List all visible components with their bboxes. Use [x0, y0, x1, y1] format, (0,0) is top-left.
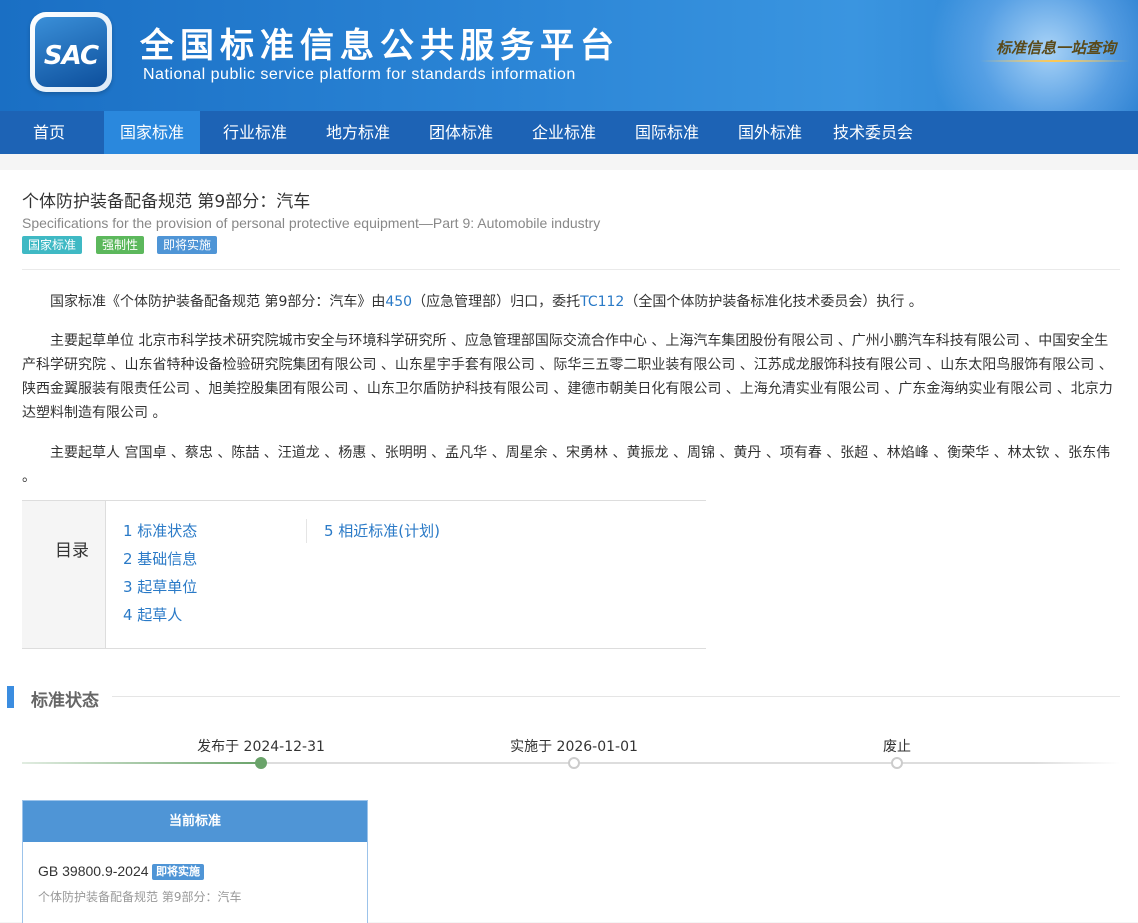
toc-heading-box: 目录 [22, 501, 106, 648]
section-marker [7, 686, 14, 708]
nav-item-national[interactable]: 国家标准 [104, 111, 200, 154]
section-title-status: 标准状态 [31, 691, 99, 711]
table-of-contents: 目录 1 标准状态 2 基础信息 3 起草单位 4 起草人 5 相近标准(计划) [22, 500, 706, 649]
site-banner: SAC 全国标准信息公共服务平台 National public service… [0, 0, 1138, 111]
drafting-units-paragraph: 主要起草单位 北京市科学技术研究院城市安全与环境科学研究所 、应急管理部国际交流… [22, 333, 1113, 421]
intro-text-b: （应急管理部）归口，委托 [412, 294, 581, 310]
standard-title: 个体防护装备配备规范 第9部分：汽车 [22, 192, 311, 212]
toc-item-drafting-units[interactable]: 3 起草单位 [123, 576, 197, 597]
section-title-line [112, 696, 1120, 697]
site-title: 全国标准信息公共服务平台 [140, 26, 620, 66]
toc-item-basic-info[interactable]: 2 基础信息 [123, 548, 197, 569]
timeline-label-effective: 实施于 2026-01-01 [510, 739, 638, 755]
timeline-dot-abolished [891, 757, 903, 769]
current-standard-name: 个体防护装备配备规范 第9部分：汽车 [38, 890, 242, 904]
sac-logo-text: SAC [43, 41, 99, 71]
title-divider [22, 269, 1120, 270]
badge-upcoming: 即将实施 [157, 236, 218, 254]
nav-item-group[interactable]: 团体标准 [413, 111, 509, 154]
standard-title-en: Specifications for the provision of pers… [22, 215, 601, 231]
intro-text-a: 国家标准《个体防护装备配备规范 第9部分：汽车》由 [50, 294, 386, 310]
nav-item-enterprise[interactable]: 企业标准 [516, 111, 612, 154]
toc-heading: 目录 [55, 541, 89, 561]
intro-text-c: （全国个体防护装备标准化技术委员会）执行 。 [624, 294, 923, 310]
toc-separator [306, 519, 307, 543]
committee-450-link[interactable]: 450 [385, 294, 412, 310]
nav-item-industry[interactable]: 行业标准 [207, 111, 303, 154]
timeline-progress-line [22, 762, 261, 764]
current-standard-code[interactable]: GB 39800.9-2024 [38, 863, 149, 879]
site-slogan: 标准信息一站查询 [996, 39, 1117, 57]
badge-national: 国家标准 [22, 236, 83, 254]
current-standard-card[interactable]: 当前标准 GB 39800.9-2024 即将实施 个体防护装备配备规范 第9部… [22, 800, 368, 923]
current-standard-heading: 当前标准 [23, 801, 367, 842]
tc112-link[interactable]: TC112 [580, 294, 624, 310]
drafters-paragraph: 主要起草人 宫国卓 、蔡忠 、陈喆 、汪道龙 、杨惠 、张明明 、孟凡华 、周星… [22, 445, 1111, 485]
main-nav: 首页 国家标准 行业标准 地方标准 团体标准 企业标准 国际标准 国外标准 技术… [0, 111, 1138, 154]
badge-mandatory: 强制性 [96, 236, 145, 254]
toc-item-similar[interactable]: 5 相近标准(计划) [324, 520, 440, 541]
site-subtitle: National public service platform for sta… [143, 66, 576, 83]
timeline-dot-effective [568, 757, 580, 769]
timeline-label-published: 发布于 2024-12-31 [197, 739, 325, 755]
nav-item-local[interactable]: 地方标准 [310, 111, 406, 154]
toc-item-drafters[interactable]: 4 起草人 [123, 604, 182, 625]
sac-logo[interactable]: SAC [30, 12, 112, 92]
sac-logo-inner: SAC [35, 17, 107, 87]
timeline-pending-line [261, 762, 1120, 764]
intro-paragraph: 国家标准《个体防护装备配备规范 第9部分：汽车》由450（应急管理部）归口，委托… [22, 290, 1120, 314]
nav-item-committee[interactable]: 技术委员会 [825, 111, 921, 154]
slogan-underline [980, 60, 1130, 62]
nav-item-international[interactable]: 国际标准 [619, 111, 715, 154]
nav-item-foreign[interactable]: 国外标准 [722, 111, 818, 154]
timeline-dot-published [255, 757, 267, 769]
timeline-label-abolished: 废止 [883, 739, 911, 755]
nav-item-home[interactable]: 首页 [18, 111, 80, 154]
current-standard-badge: 即将实施 [152, 864, 204, 880]
toc-item-status[interactable]: 1 标准状态 [123, 520, 197, 541]
